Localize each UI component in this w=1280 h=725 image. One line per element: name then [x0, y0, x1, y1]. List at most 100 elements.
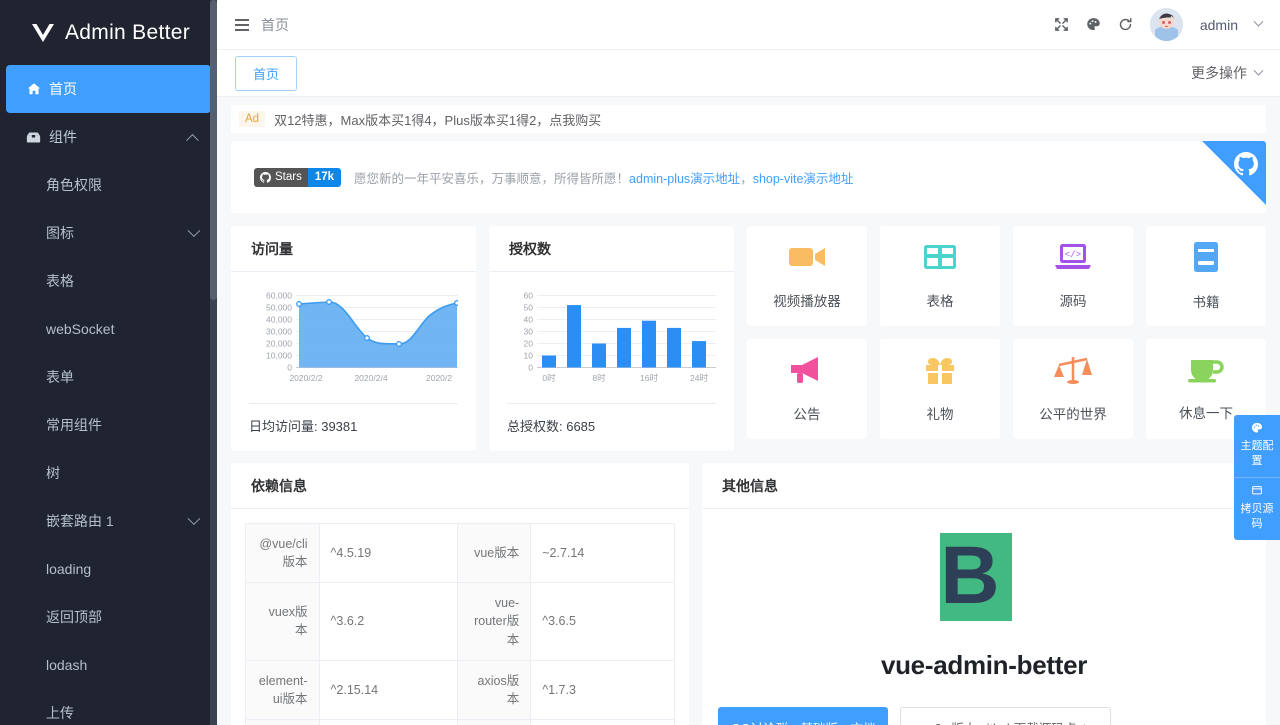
- shop-vite-demo-link[interactable]: shop-vite演示地址: [753, 172, 854, 186]
- table-row: @vue/cli版本 ^4.5.19 vue版本 ~2.7.14: [246, 524, 674, 583]
- theme-palette-icon[interactable]: [1086, 17, 1101, 32]
- copy-source-button[interactable]: 拷贝源码: [1234, 477, 1280, 540]
- shortcut-card-gift[interactable]: 礼物: [880, 339, 1000, 439]
- ad-banner[interactable]: Ad 双12特惠，Max版本买1得4，Plus版本买1得2，点我购买: [231, 105, 1266, 133]
- table-row: vuex版本 ^3.6.2 vue-router版本 ^3.6.5: [246, 583, 674, 660]
- auth-chart-body: 60 50 40 30 20 10 0: [489, 272, 734, 451]
- shortcut-card-fair-world[interactable]: 公平的世界: [1013, 339, 1133, 439]
- sidebar-item-role-permission[interactable]: 角色权限: [6, 161, 211, 209]
- avatar[interactable]: [1150, 8, 1183, 41]
- qq-group-button[interactable]: QQ讨论群、基础版、文档: [718, 707, 888, 725]
- chevron-down-icon: [188, 512, 201, 525]
- sidebar-item-icons[interactable]: 图标: [6, 209, 211, 257]
- shortcut-label: 源码: [1060, 290, 1087, 310]
- sidebar-logo-text: Admin Better: [65, 21, 190, 45]
- more-operations-button[interactable]: 更多操作: [1191, 63, 1262, 83]
- sidebar-item-loading[interactable]: loading: [6, 545, 211, 593]
- data-point: [297, 302, 302, 307]
- ytick: 30: [524, 327, 534, 337]
- username-label: admin: [1200, 17, 1238, 33]
- chevron-down-icon[interactable]: [1254, 17, 1264, 27]
- sidebar-logo[interactable]: Admin Better: [0, 0, 217, 65]
- coffee-cup-icon: [1187, 356, 1225, 389]
- balance-scale-icon: [1054, 355, 1092, 390]
- shortcut-card-table[interactable]: 表格: [880, 226, 1000, 326]
- sidebar-item-back-to-top[interactable]: 返回顶部: [6, 593, 211, 641]
- sidebar-item-home[interactable]: 首页: [6, 65, 211, 113]
- shortcut-card-source-code[interactable]: </> 源码: [1013, 226, 1133, 326]
- bar: [542, 356, 556, 368]
- github-corner-ribbon[interactable]: [1202, 141, 1266, 205]
- xtick: 2020/2/2: [289, 373, 322, 383]
- sidebar-item-label: 组件: [49, 127, 77, 147]
- data-point: [455, 301, 458, 306]
- ytick: 20: [524, 339, 534, 349]
- project-name: vue-admin-better: [881, 650, 1087, 681]
- sidebar-item-label: 表格: [46, 271, 74, 291]
- ytick: 60,000: [266, 291, 292, 301]
- refresh-icon[interactable]: [1118, 17, 1133, 32]
- github-stars-card: Stars 17k 愿您新的一年平安喜乐，万事顺意，所得皆所愿！admin-pl…: [231, 141, 1266, 213]
- ytick: 0: [528, 363, 533, 373]
- sidebar-scroll: Admin Better 首页: [0, 0, 217, 725]
- svg-text:</>: </>: [1065, 250, 1081, 260]
- dep-key: @vue/cli版本: [246, 524, 320, 582]
- fullscreen-icon[interactable]: [1054, 17, 1069, 32]
- sidebar-item-label: 常用组件: [46, 415, 102, 435]
- sidebar-scrollbar-thumb[interactable]: [210, 0, 217, 300]
- megaphone-icon: [788, 355, 826, 390]
- ytick: 50,000: [266, 303, 292, 313]
- visits-chart-canvas: 60,000 50,000 40,000 30,000 20,000 10,00…: [249, 286, 458, 391]
- data-point: [365, 336, 370, 341]
- admin-plus-demo-link[interactable]: admin-plus演示地址: [629, 172, 740, 186]
- sidebar-menu: 首页 组件 角色权限: [0, 65, 217, 725]
- shortcut-card-books[interactable]: 书籍: [1146, 226, 1266, 326]
- data-point: [397, 342, 402, 347]
- sidebar-scrollbar[interactable]: [210, 0, 217, 725]
- ytick: 30,000: [266, 327, 292, 337]
- table-row: element-ui版本 ^2.15.14 axios版本 ^1.7.3: [246, 661, 674, 720]
- content-scroll: Ad 双12特惠，Max版本买1得4，Plus版本买1得2，点我购买 Stars…: [217, 97, 1280, 725]
- shortcut-card-announcement[interactable]: 公告: [747, 339, 867, 439]
- topbar: 首页: [217, 0, 1280, 50]
- sidebar-item-form[interactable]: 表单: [6, 353, 211, 401]
- auth-chart-card: 授权数 60 50 40 30 20: [489, 226, 734, 451]
- other-info-title: 其他信息: [702, 463, 1266, 509]
- star-card-message: 愿您新的一年平安喜乐，万事顺意，所得皆所愿！admin-plus演示地址，sho…: [354, 168, 853, 187]
- theme-config-button[interactable]: 主题配置: [1234, 415, 1280, 477]
- ad-badge: Ad: [239, 111, 265, 127]
- breadcrumb[interactable]: 首页: [261, 15, 289, 35]
- ytick: 10: [524, 351, 534, 361]
- sidebar-item-label: 首页: [49, 79, 77, 99]
- xtick: 2020/2: [426, 373, 452, 383]
- sidebar-item-table[interactable]: 表格: [6, 257, 211, 305]
- svg-text:B: B: [940, 533, 999, 621]
- sidebar-item-websocket[interactable]: webSocket: [6, 305, 211, 353]
- github-star-button[interactable]: vue2.x版本 github下载源码点star: [900, 707, 1111, 725]
- ytick: 40: [524, 315, 534, 325]
- sidebar-item-common-components[interactable]: 常用组件: [6, 401, 211, 449]
- cards-row-top: 访问量 60,000 50,000 40,000 30,000 20,0: [231, 226, 1266, 451]
- shortcut-label: 休息一下: [1179, 402, 1233, 422]
- bar: [592, 344, 606, 368]
- github-cat-icon: [1234, 152, 1258, 176]
- tab-home[interactable]: 首页: [235, 56, 297, 91]
- dep-key: axios版本: [458, 661, 532, 719]
- sidebar-item-upload[interactable]: 上传: [6, 689, 211, 725]
- bar: [692, 341, 706, 367]
- hamburger-menu-icon[interactable]: [235, 19, 249, 31]
- github-stars-badge[interactable]: Stars 17k: [254, 168, 341, 187]
- link-separator: ，: [740, 172, 753, 186]
- sidebar-item-nested-route-1[interactable]: 嵌套路由 1: [6, 497, 211, 545]
- palette-icon: [1236, 422, 1278, 438]
- sidebar-item-label: 嵌套路由 1: [46, 511, 114, 531]
- sidebar-item-tree[interactable]: 树: [6, 449, 211, 497]
- ytick: 0: [287, 363, 292, 373]
- shortcut-label: 公告: [794, 403, 821, 423]
- shortcut-card-video-player[interactable]: 视频播放器: [747, 226, 867, 326]
- visits-chart-card: 访问量 60,000 50,000 40,000 30,000 20,0: [231, 226, 476, 451]
- github-stars-badge-left: Stars: [254, 168, 308, 187]
- sidebar-item-lodash[interactable]: lodash: [6, 641, 211, 689]
- sidebar-item-components[interactable]: 组件: [6, 113, 211, 161]
- sidebar: Admin Better 首页: [0, 0, 217, 725]
